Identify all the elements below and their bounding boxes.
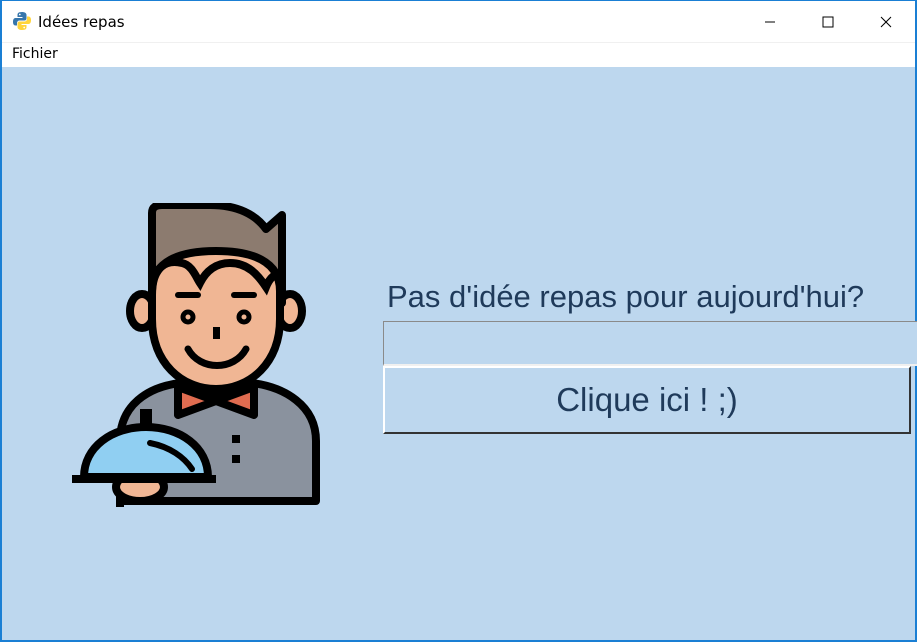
menu-item-fichier[interactable]: Fichier [10, 46, 60, 62]
close-icon [880, 16, 892, 27]
app-window: Idées repas Fichier Pas d'idée repas pou… [0, 0, 917, 642]
question-label: Pas d'idée repas pour aujourd'hui? [387, 279, 865, 314]
python-icon [13, 12, 31, 30]
minimize-button[interactable] [741, 1, 799, 42]
answer-field[interactable] [383, 321, 917, 366]
maximize-button[interactable] [799, 1, 857, 42]
maximize-icon [822, 16, 834, 27]
menu-bar: Fichier [2, 42, 915, 68]
minimize-icon [765, 21, 775, 22]
main-panel: Pas d'idée repas pour aujourd'hui? Cliqu… [2, 67, 917, 640]
click-here-button[interactable]: Clique ici ! ;) [383, 366, 911, 434]
waiter-with-cloche-illustration [72, 203, 320, 507]
window-title: Idées repas [38, 13, 125, 31]
title-bar[interactable]: Idées repas [2, 1, 915, 42]
close-button[interactable] [857, 1, 915, 42]
